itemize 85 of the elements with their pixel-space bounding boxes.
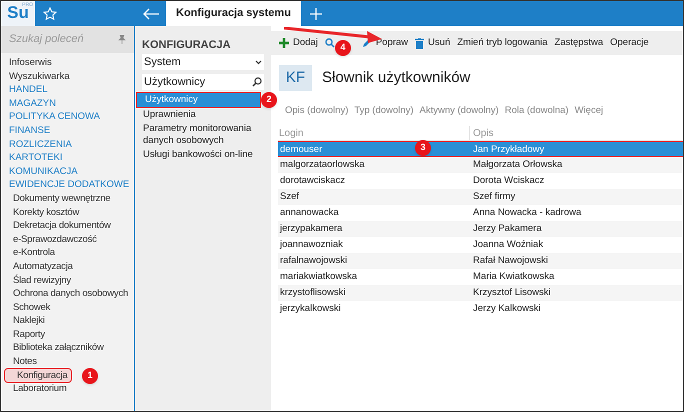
star-icon[interactable] [43, 6, 57, 20]
sidebar-item[interactable]: Ochrona danych osobowych [1, 287, 132, 301]
config-item[interactable]: Użytkownicy [136, 92, 261, 108]
filter-link[interactable]: Typ (dowolny) [354, 104, 414, 126]
login-cell-text: Szef [279, 190, 300, 204]
plus-icon [279, 38, 289, 48]
filter-link[interactable]: Aktywny (dowolny) [420, 104, 499, 126]
config-item[interactable]: Parametry monitorowania danych osobowych [135, 122, 271, 148]
sidebar-item[interactable]: HANDEL [1, 83, 134, 97]
initials-tile: KF [279, 65, 312, 91]
description-cell-text: Jerzy Kalkowski [472, 302, 542, 316]
description-cell-text: Maria Kwiatkowska [472, 270, 556, 284]
step-badge: 1 [82, 368, 98, 384]
search-icon [324, 38, 335, 48]
sidebar-item[interactable]: Konfiguracja [5, 368, 72, 382]
toolbar-button[interactable]: Zmień tryb logowania [457, 33, 548, 53]
description-cell-text: Joanna Woźniak [472, 238, 544, 252]
step-badge: 2 [261, 92, 277, 108]
search-icon [252, 77, 262, 87]
toolbar-button[interactable]: Dodaj [279, 33, 318, 53]
sidebar-item[interactable]: KOMUNIKACJA [1, 164, 134, 178]
login-cell-text: rafalnawojowski [279, 254, 348, 268]
filter-link[interactable]: Więcej [574, 104, 604, 126]
description-cell-text: Rafał Nawojowski [472, 254, 549, 268]
sidebar-item[interactable]: Dokumenty wewnętrzne [1, 192, 114, 206]
description-cell-text: Dorota Wciskacz [472, 174, 546, 188]
sidebar-item[interactable]: Schowek [1, 300, 54, 314]
login-cell-text: annanowacka [279, 206, 340, 220]
page-title: Słownik użytkowników [322, 68, 470, 88]
description-cell-text: Małgorzata Orłowska [472, 158, 564, 172]
sidebar-item[interactable]: Raporty [1, 328, 49, 342]
sidebar-item[interactable]: Dekretacja dokumentów [1, 219, 115, 233]
trash-icon [415, 38, 424, 48]
filter-link[interactable]: Opis (dowolny) [285, 104, 348, 126]
login-cell-text: mariakwiatkowska [279, 270, 358, 284]
sidebar-item[interactable]: POLITYKA CENOWA [1, 110, 134, 124]
sidebar-item[interactable]: Notes [1, 355, 41, 369]
sidebar-item[interactable]: e-Sprawozdawczość [1, 232, 101, 246]
login-cell-text: malgorzataorlowska [279, 158, 366, 172]
config-item[interactable]: Uprawnienia [135, 108, 271, 122]
config-search-field[interactable]: Użytkownicy [142, 74, 264, 90]
tab[interactable]: Konfiguracja systemu [166, 1, 301, 26]
sidebar-item[interactable]: e-Kontrola [1, 246, 59, 260]
sidebar-item[interactable]: FINANSE [1, 124, 134, 138]
toolbar-button[interactable]: Zastępstwa [554, 33, 604, 53]
sidebar-item[interactable]: Laboratorium [1, 382, 71, 396]
sidebar-item[interactable]: Korekty kosztów [1, 206, 84, 220]
sidebar-item[interactable]: MAGAZYN [1, 96, 134, 110]
sidebar-item[interactable]: Wyszukiwarka [1, 70, 134, 84]
chevron-down-icon [255, 60, 262, 64]
sidebar-item[interactable]: Ślad rewizyjny [1, 274, 75, 288]
toolbar-button[interactable]: Operacje [610, 33, 649, 53]
login-cell-text: joannawozniak [278, 238, 344, 252]
sidebar-item[interactable]: Naklejki [1, 314, 49, 328]
description-cell-text: Jan Przykładowy [472, 143, 546, 157]
table-row[interactable]: jerzypakamera Jerzy Pakamera [278, 221, 683, 237]
login-cell-text: jerzykalkowski [278, 302, 342, 316]
toolbar-button[interactable]: Usuń [415, 33, 450, 53]
filter-link[interactable]: Rola (dowolna) [504, 104, 569, 126]
pin-icon[interactable] [118, 35, 126, 44]
table-row[interactable]: Szef Szef firmy [278, 189, 683, 205]
login-cell-text: jerzypakamera [278, 222, 344, 236]
sidebar-item[interactable]: KARTOTEKI [1, 151, 134, 165]
back-arrow-icon[interactable] [142, 8, 160, 20]
module-dropdown[interactable]: System [142, 54, 264, 70]
table-row[interactable]: malgorzataorlowska Małgorzata Orłowska [278, 157, 683, 173]
description-cell-text: Anna Nowacka - kadrowa [472, 206, 582, 220]
sidebar-item[interactable]: EWIDENCJE DODATKOWE [1, 178, 134, 192]
panel-title: KONFIGURACJA [142, 38, 232, 53]
description-cell-text: Szef firmy [472, 190, 516, 204]
description-cell-text: Jerzy Pakamera [472, 222, 543, 236]
add-tab-icon[interactable] [310, 8, 322, 20]
toolbar-button[interactable]: 4 [324, 33, 355, 53]
login-cell-text: demouser [279, 143, 324, 157]
login-cell-text: dorotawciskacz [279, 174, 346, 188]
sidebar-item[interactable]: Automatyzacja [1, 260, 77, 274]
sidebar-item[interactable]: Infoserwis [1, 56, 134, 70]
sidebar-item[interactable]: ROZLICZENIA [1, 138, 134, 152]
login-cell-text: krzystoflisowski [279, 286, 346, 300]
step-badge: 4 [334, 40, 351, 56]
table-row[interactable]: rafalnawojowski Rafał Nawojowski [278, 253, 683, 269]
sidebar-item[interactable]: Biblioteka załączników [1, 341, 108, 356]
table-row[interactable]: krzystoflisowski Krzysztof Lisowski [278, 285, 683, 301]
config-item[interactable]: Usługi bankowości on-line [135, 148, 271, 162]
description-cell-text: Krzysztof Lisowski [472, 286, 552, 300]
